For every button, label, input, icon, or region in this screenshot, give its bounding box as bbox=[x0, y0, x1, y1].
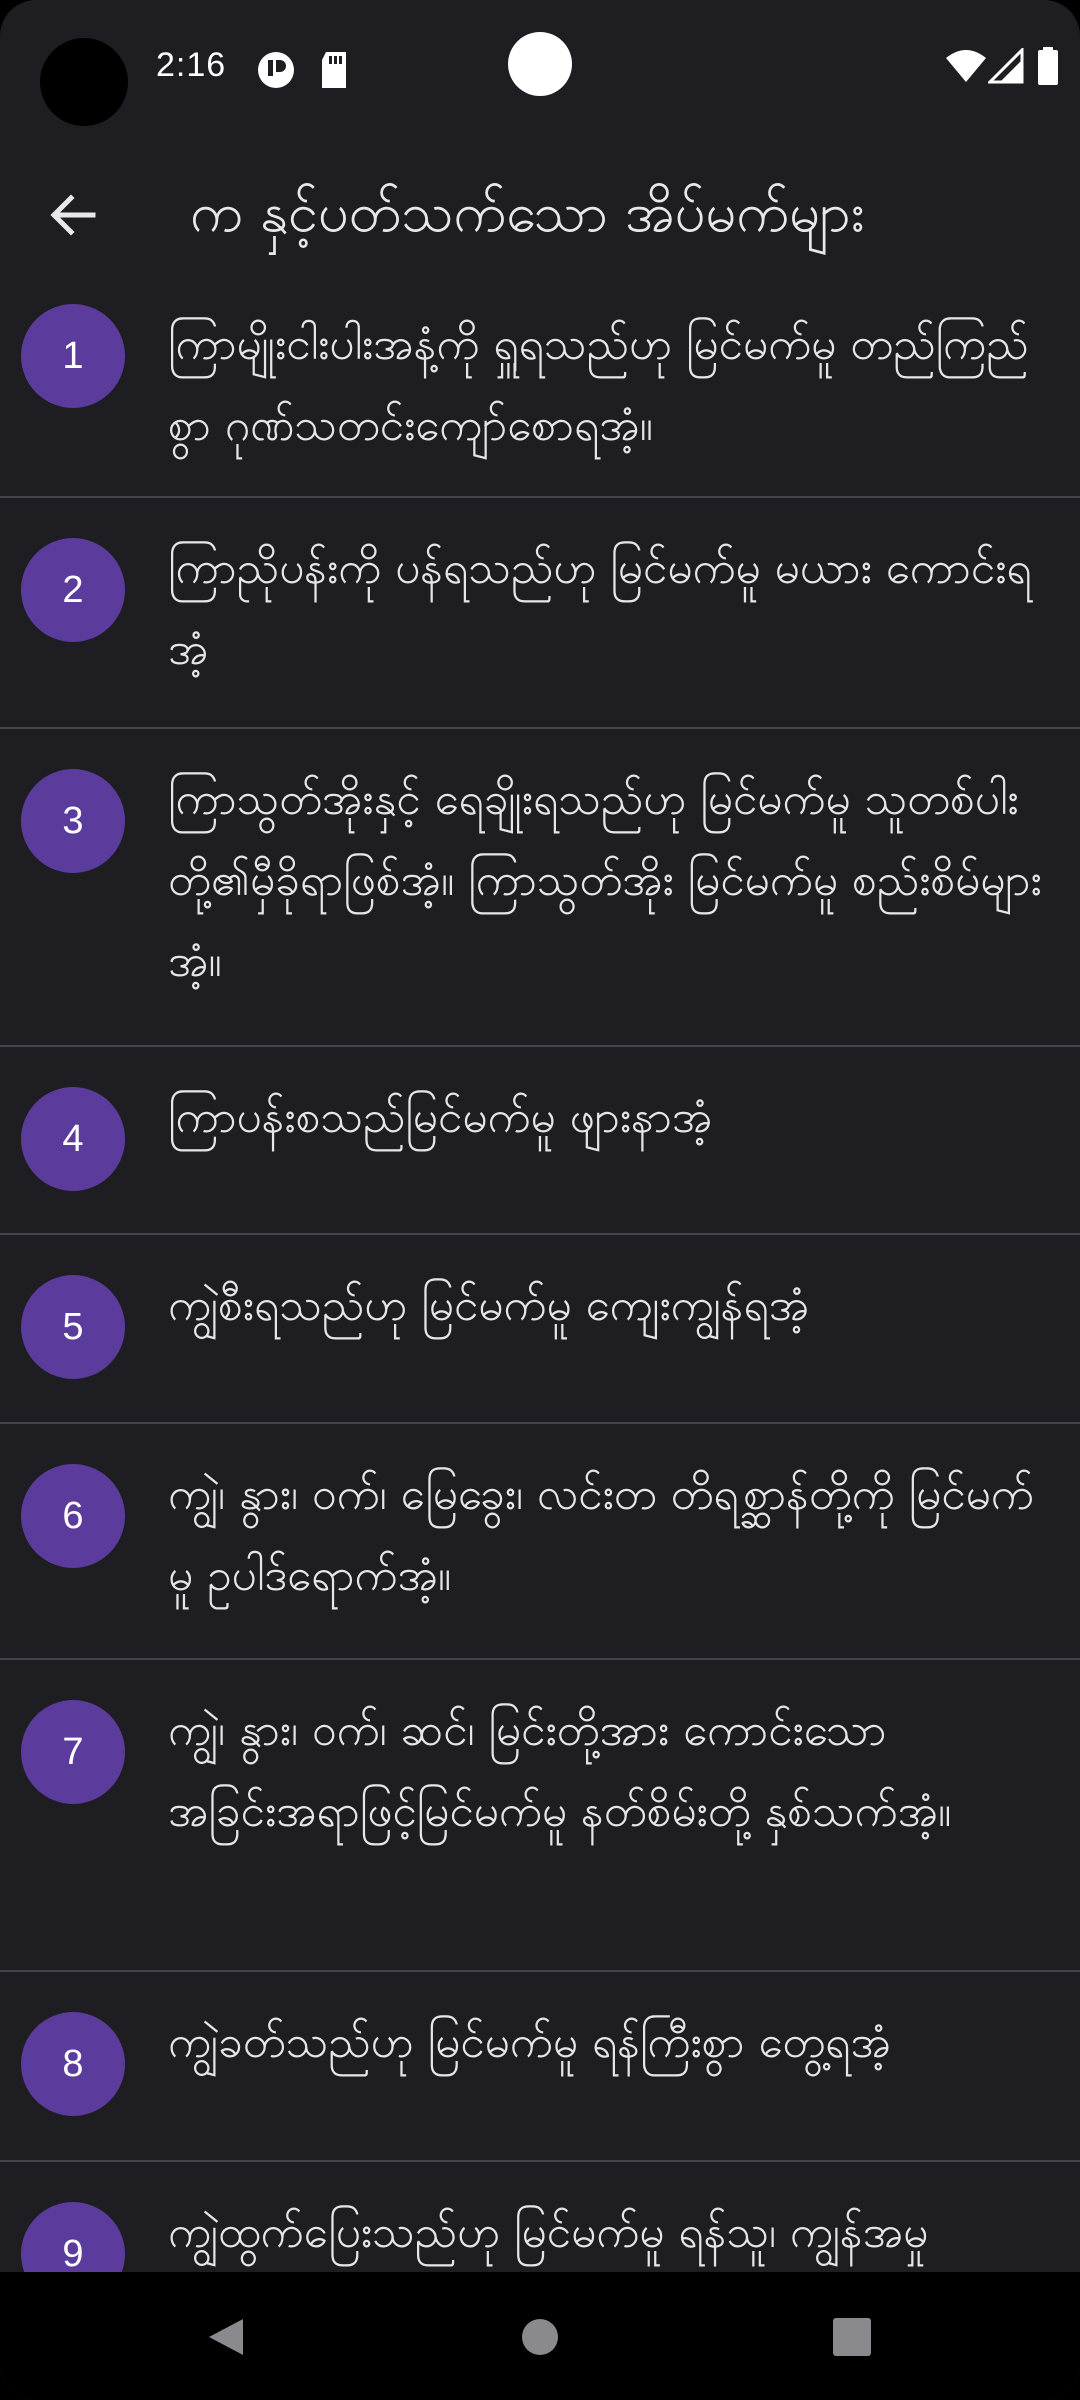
nav-back-icon bbox=[209, 2319, 243, 2355]
item-text: ကြာသွတ်အိုးနှင့် ရေချိုးရသည်ဟု မြင်မက်မူ… bbox=[168, 774, 1042, 987]
item-text: ကြာမျိုးငါးပါးအနံ့ကို ရှူရသည်ဟု မြင်မက်မ… bbox=[168, 319, 1029, 451]
app-bar: က နှင့်ပတ်သက်သော အိပ်မက်များ bbox=[0, 130, 1080, 290]
list-item[interactable]: 8 ကျွဲခတ်သည်ဟု မြင်မက်မူ ရန်ကြီးစွာ တွေ့… bbox=[0, 1972, 1080, 2162]
item-text: ကျွဲခတ်သည်ဟု မြင်မက်မူ ရန်ကြီးစွာ တွေ့ရအ… bbox=[168, 2017, 891, 2068]
dream-list: 1 ကြာမျိုးငါးပါးအနံ့ကို ရှူရသည်ဟု မြင်မက… bbox=[0, 290, 1080, 2362]
item-number-badge: 1 bbox=[21, 304, 125, 408]
wifi-icon bbox=[944, 48, 988, 88]
item-number-badge: 5 bbox=[21, 1275, 125, 1379]
status-bar: 2:16 bbox=[0, 0, 1080, 130]
page-title: က နှင့်ပတ်သက်သော အိပ်မက်များ bbox=[190, 181, 865, 244]
arrow-back-icon bbox=[50, 194, 96, 236]
item-number-badge: 3 bbox=[21, 769, 125, 873]
sd-card-icon bbox=[318, 50, 350, 94]
nav-recents-icon bbox=[833, 2318, 871, 2356]
item-text: ကြာညိုပန်းကို ပန်ရသည်ဟု မြင်မက်မူ မယား က… bbox=[168, 543, 1032, 675]
nav-home-button[interactable] bbox=[505, 2302, 575, 2372]
back-button[interactable] bbox=[28, 170, 118, 260]
list-item[interactable]: 6 ကျွဲ၊ နွား၊ ဝက်၊ မြေခွေး၊ လင်းတ တိရစ္ဆ… bbox=[0, 1424, 1080, 1660]
list-item[interactable]: 5 ကျွဲစီးရသည်ဟု မြင်မက်မူ ကျေးကျွန်ရအံ့ bbox=[0, 1235, 1080, 1424]
list-item[interactable]: 1 ကြာမျိုးငါးပါးအနံ့ကို ရှူရသည်ဟု မြင်မက… bbox=[0, 290, 1080, 498]
item-text: ကျွဲ၊ နွား၊ ဝက်၊ ဆင်၊ မြင်းတို့အား ကောင်… bbox=[168, 1705, 952, 1837]
nav-home-icon bbox=[522, 2319, 558, 2355]
nav-recents-button[interactable] bbox=[817, 2302, 887, 2372]
item-number-badge: 6 bbox=[21, 1464, 125, 1568]
notification-app-icon bbox=[256, 50, 296, 94]
status-time: 2:16 bbox=[156, 46, 227, 84]
item-text: ကြာပန်းစသည်မြင်မက်မူ ဖျားနာအံ့ bbox=[168, 1092, 713, 1143]
nav-back-button[interactable] bbox=[190, 2302, 260, 2372]
list-item[interactable]: 7 ကျွဲ၊ နွား၊ ဝက်၊ ဆင်၊ မြင်းတို့အား ကော… bbox=[0, 1660, 1080, 1972]
item-number-badge: 2 bbox=[21, 538, 125, 642]
profile-avatar bbox=[40, 38, 128, 126]
screen: 2:16 က နှင့်ပတ်သက်သော အိပ်မက်များ 1 ကြာမ… bbox=[0, 0, 1080, 2400]
front-camera bbox=[508, 32, 572, 96]
item-text: ကျွဲထွက်ပြေးသည်ဟု မြင်မက်မူ ရန်သူ၊ ကျွန်… bbox=[168, 2207, 929, 2258]
battery-icon bbox=[1036, 46, 1060, 90]
item-number-badge: 7 bbox=[21, 1700, 125, 1804]
item-text: ကျွဲ၊ နွား၊ ဝက်၊ မြေခွေး၊ လင်းတ တိရစ္ဆာန… bbox=[168, 1469, 1034, 1601]
list-item[interactable]: 4 ကြာပန်းစသည်မြင်မက်မူ ဖျားနာအံ့ bbox=[0, 1047, 1080, 1235]
list-item[interactable]: 2 ကြာညိုပန်းကို ပန်ရသည်ဟု မြင်မက်မူ မယား… bbox=[0, 498, 1080, 729]
item-number-badge: 8 bbox=[21, 2012, 125, 2116]
list-item[interactable]: 3 ကြာသွတ်အိုးနှင့် ရေချိုးရသည်ဟု မြင်မက်… bbox=[0, 729, 1080, 1047]
navigation-bar bbox=[0, 2272, 1080, 2400]
item-text: ကျွဲစီးရသည်ဟု မြင်မက်မူ ကျေးကျွန်ရအံ့ bbox=[168, 1280, 810, 1331]
item-number-badge: 4 bbox=[21, 1087, 125, 1191]
cellular-signal-icon bbox=[986, 46, 1024, 88]
